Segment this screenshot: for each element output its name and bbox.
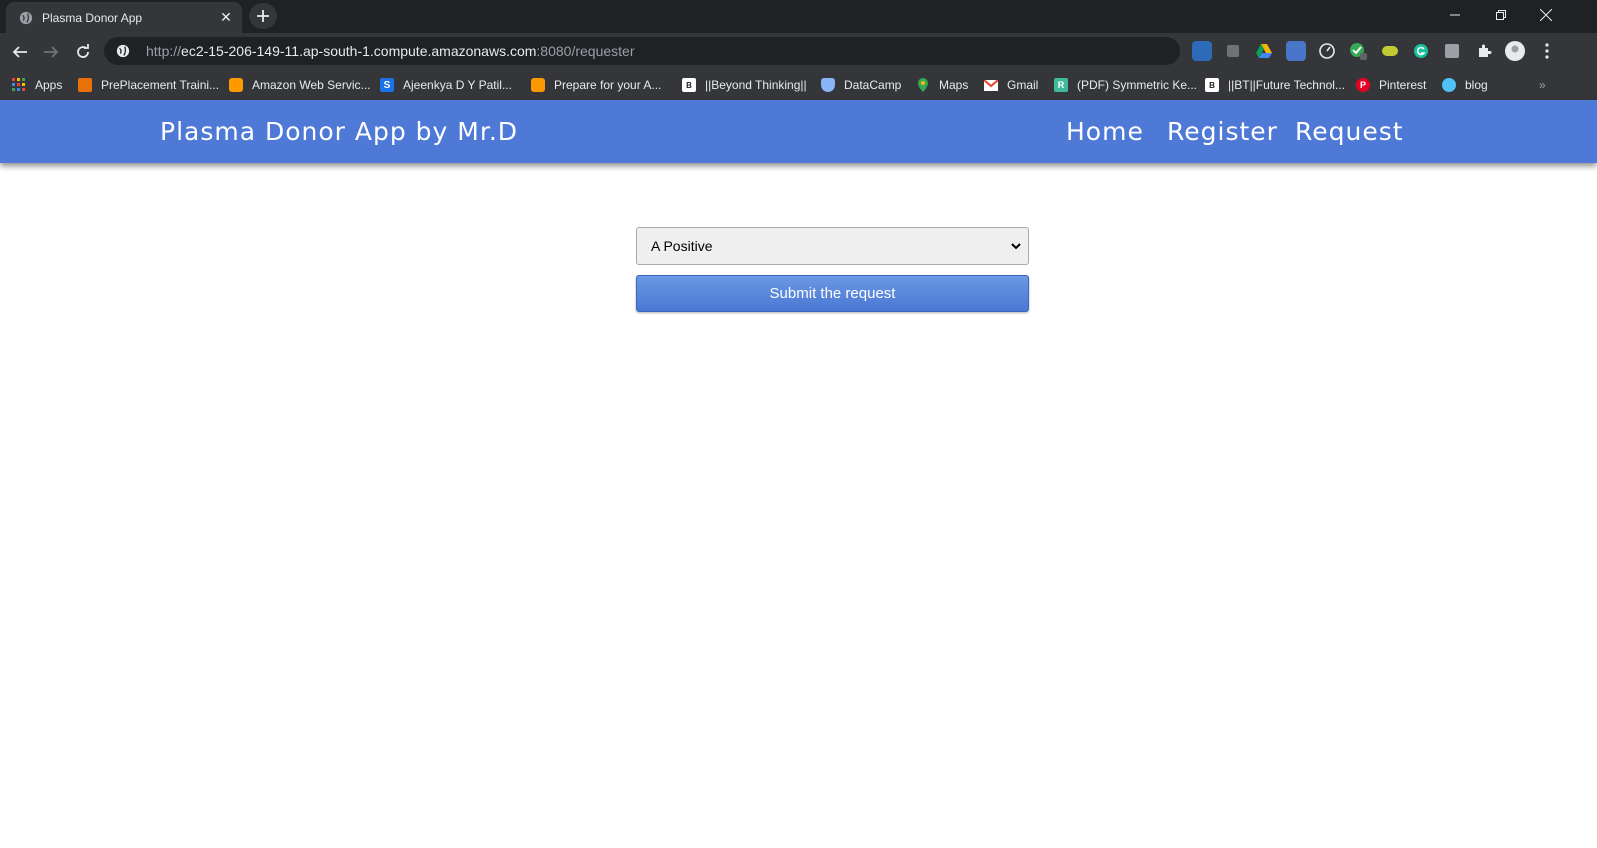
bookmark-pdf[interactable]: R (PDF) Symmetric Ke... — [1054, 74, 1197, 96]
bookmark-apps[interactable]: Apps — [12, 74, 62, 96]
bookmark-label: Maps — [939, 78, 969, 92]
forward-arrow-icon[interactable] — [38, 39, 64, 65]
bookmark-pinterest[interactable]: P Pinterest — [1356, 74, 1426, 96]
bookmark-label: blog — [1465, 78, 1488, 92]
bookmark-label: (PDF) Symmetric Ke... — [1077, 78, 1198, 92]
nav-register-link[interactable]: Register — [1167, 117, 1278, 146]
browser-tabstrip: Plasma Donor App ✕ — [0, 0, 1597, 33]
site-info-icon[interactable] — [114, 42, 132, 60]
bookmark-label: Prepare for your A... — [554, 78, 662, 92]
browser-toolbar: http://ec2-15-206-149-11.ap-south-1.comp… — [0, 33, 1597, 69]
url-prefix: http:// — [146, 43, 182, 59]
bookmark-adyp[interactable]: S Ajeenkya D Y Patil... — [380, 74, 512, 96]
url-host: ec2-15-206-149-11.ap-south-1.compute.ama… — [181, 43, 537, 59]
url-path: :8080/requester — [536, 43, 635, 59]
close-window-icon[interactable] — [1523, 0, 1569, 30]
puzzle-gray-extension-icon[interactable] — [1223, 41, 1243, 61]
nav-request-link[interactable]: Request — [1295, 117, 1404, 146]
address-bar[interactable]: http://ec2-15-206-149-11.ap-south-1.comp… — [104, 37, 1180, 65]
tab-title: Plasma Donor App — [42, 10, 143, 25]
more-bookmarks-chevron-icon[interactable]: » — [1539, 74, 1546, 96]
profile-avatar-icon[interactable] — [1505, 41, 1525, 61]
close-tab-icon[interactable]: ✕ — [216, 8, 236, 28]
bookmark-bt-future[interactable]: B ||BT||Future Technol... — [1205, 74, 1345, 96]
calendar-extension-icon[interactable] — [1286, 41, 1306, 61]
google-drive-icon[interactable] — [1254, 41, 1274, 61]
maps-pin-icon — [916, 78, 930, 92]
gmail-icon — [984, 78, 998, 92]
restore-icon[interactable] — [1478, 0, 1524, 30]
bookmark-label: ||Beyond Thinking|| — [705, 78, 807, 92]
grammarly-icon[interactable] — [1411, 41, 1431, 61]
nav-home-link[interactable]: Home — [1066, 117, 1144, 146]
bookmark-prepare[interactable]: Prepare for your A... — [531, 74, 661, 96]
new-tab-button[interactable] — [249, 3, 277, 29]
checkmark-extension-icon[interactable] — [1348, 41, 1368, 61]
bookmark-preplacement[interactable]: PrePlacement Traini... — [78, 74, 219, 96]
bt-logo-icon: B — [1205, 78, 1219, 92]
blood-group-select[interactable]: A Positive — [636, 227, 1029, 265]
apps-grid-icon — [12, 78, 26, 92]
bookmark-gmail[interactable]: Gmail — [984, 74, 1038, 96]
blog-icon — [1442, 78, 1456, 92]
person-extension-icon[interactable] — [1442, 41, 1462, 61]
bookmark-blog[interactable]: blog — [1442, 74, 1488, 96]
researchgate-icon: R — [1054, 78, 1068, 92]
blood-group-selected-value: A Positive — [651, 238, 713, 254]
aws-box-icon — [531, 78, 545, 92]
globe-icon — [18, 10, 34, 26]
money-extension-icon[interactable] — [1380, 41, 1400, 61]
bookmark-label: DataCamp — [844, 78, 902, 92]
bookmark-label: Gmail — [1007, 78, 1039, 92]
menu-dots-icon[interactable] — [1537, 41, 1557, 61]
datacamp-shield-icon — [821, 78, 835, 92]
bookmark-label: Amazon Web Servic... — [252, 78, 371, 92]
browser-tab[interactable]: Plasma Donor App ✕ — [6, 2, 242, 33]
back-arrow-icon[interactable] — [7, 39, 33, 65]
bookmark-label: Apps — [35, 78, 63, 92]
reload-icon[interactable] — [70, 39, 96, 65]
app-navbar: Plasma Donor App by Mr.D Home Register R… — [0, 100, 1597, 163]
bookmark-datacamp[interactable]: DataCamp — [821, 74, 901, 96]
aws-box-icon — [229, 78, 243, 92]
bookmark-label: ||BT||Future Technol... — [1228, 78, 1345, 92]
preplacement-icon — [78, 78, 92, 92]
url-text: http://ec2-15-206-149-11.ap-south-1.comp… — [146, 43, 635, 59]
bookmark-beyond-thinking[interactable]: B ||Beyond Thinking|| — [682, 74, 807, 96]
bookmark-label: Pinterest — [1379, 78, 1427, 92]
bookmark-aws[interactable]: Amazon Web Servic... — [229, 74, 371, 96]
bt-logo-icon: B — [682, 78, 696, 92]
extensions-puzzle-icon[interactable] — [1474, 41, 1494, 61]
minimize-icon[interactable] — [1432, 0, 1478, 30]
pinterest-icon: P — [1356, 78, 1370, 92]
bookmarks-bar: Apps PrePlacement Traini... Amazon Web S… — [0, 69, 1597, 100]
app-brand[interactable]: Plasma Donor App by Mr.D — [160, 117, 518, 146]
submit-request-button[interactable]: Submit the request — [636, 275, 1029, 312]
bookmark-label: Ajeenkya D Y Patil... — [403, 78, 512, 92]
bookmark-maps[interactable]: Maps — [916, 74, 968, 96]
chevron-down-icon — [1009, 239, 1023, 253]
speed-gauge-icon[interactable] — [1317, 41, 1337, 61]
s-logo-icon: S — [380, 78, 394, 92]
translate-extension-icon[interactable] — [1192, 41, 1212, 61]
bookmark-label: PrePlacement Traini... — [101, 78, 220, 92]
